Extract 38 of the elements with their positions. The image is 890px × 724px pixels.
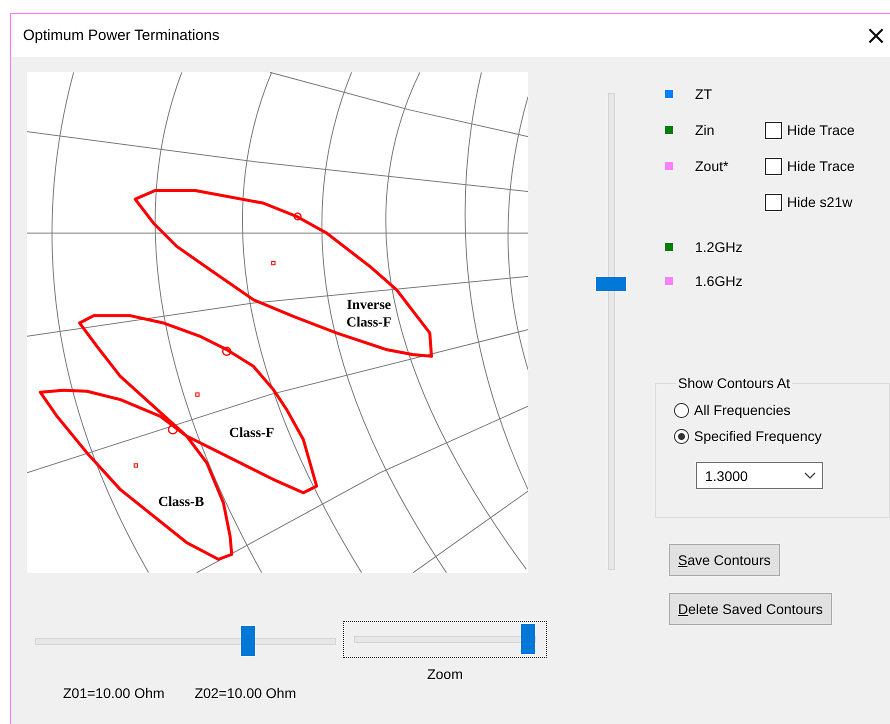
square-marker bbox=[271, 260, 276, 266]
delete-button[interactable]: Delete Saved Contours bbox=[669, 593, 832, 625]
zoom-slider[interactable] bbox=[343, 621, 547, 658]
square-marker bbox=[195, 392, 200, 397]
legend-label: Zout* bbox=[695, 158, 730, 174]
checkbox[interactable] bbox=[765, 158, 782, 174]
radio-label: All Frequencies bbox=[694, 402, 790, 418]
chevron-down-icon bbox=[804, 472, 816, 480]
slider-thumb[interactable] bbox=[241, 626, 256, 656]
save-button[interactable]: Save Contours bbox=[669, 544, 780, 576]
circle-marker bbox=[222, 346, 232, 356]
circle-marker bbox=[168, 424, 178, 435]
checkbox-label: Hide s21w bbox=[787, 194, 852, 210]
square-marker bbox=[134, 463, 138, 468]
radio-label: Specified Frequency bbox=[694, 428, 822, 444]
checkbox[interactable] bbox=[765, 122, 782, 138]
radio-button[interactable] bbox=[674, 428, 689, 444]
contour-label: Class-F bbox=[229, 426, 274, 442]
zoom-label: Zoom bbox=[427, 666, 463, 682]
contour-label: Class-B bbox=[158, 495, 204, 510]
legend-label: ZT bbox=[695, 86, 714, 102]
checkbox[interactable] bbox=[765, 194, 782, 210]
legend-label: Zin bbox=[695, 122, 716, 138]
impedance-label: Z02=10.00 Ohm bbox=[194, 685, 296, 701]
contour-label: Inverse Class-F bbox=[346, 298, 392, 330]
frequency-dropdown[interactable]: 1.3000 bbox=[696, 462, 823, 489]
impedance-label: Z01=10.00 Ohm bbox=[63, 685, 165, 701]
slider-thumb[interactable] bbox=[520, 624, 535, 654]
group-title: Show Contours At bbox=[677, 375, 792, 391]
checkbox-label: Hide Trace bbox=[787, 158, 855, 174]
radio-button[interactable] bbox=[674, 402, 689, 418]
circle-marker bbox=[294, 212, 302, 220]
frequency-label: 1.2GHz bbox=[695, 239, 744, 255]
slider-thumb[interactable] bbox=[596, 277, 626, 291]
frequency-label: 1.6GHz bbox=[695, 273, 744, 289]
close-button[interactable]: × bbox=[862, 22, 890, 48]
checkbox-label: Hide Trace bbox=[787, 122, 855, 138]
window-title: Optimum Power Terminations bbox=[23, 27, 220, 44]
